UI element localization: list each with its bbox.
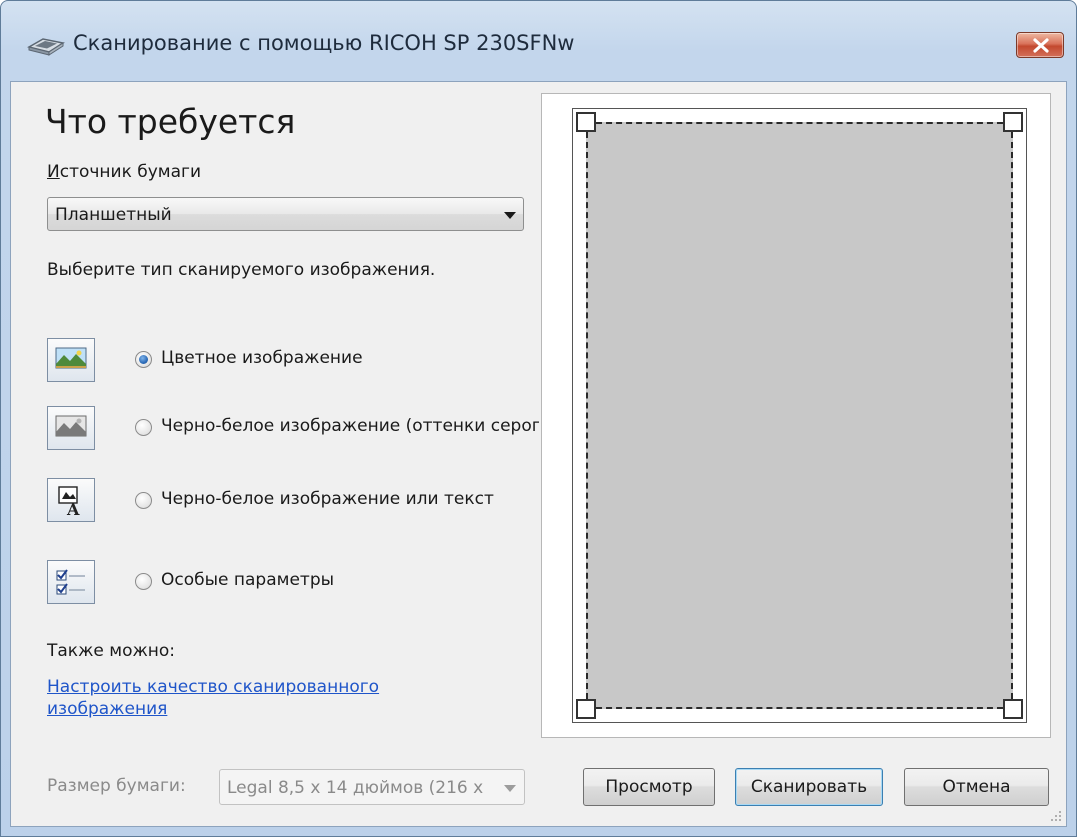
bw-text-label[interactable]: Черно-белое изображение или текст: [161, 489, 539, 509]
grayscale-picture-radio[interactable]: [135, 419, 152, 436]
resize-grip-icon[interactable]: [1050, 810, 1062, 822]
crop-handle-top-right[interactable]: [1003, 112, 1023, 132]
title-bar[interactable]: Сканирование с помощью RICOH SP 230SFNw: [1, 1, 1076, 71]
close-button[interactable]: [1016, 32, 1064, 58]
scan-button-label: Сканировать: [750, 777, 868, 797]
chevron-down-icon: [504, 212, 516, 219]
crop-handle-bottom-right[interactable]: [1003, 699, 1023, 719]
bw-text-radio[interactable]: [135, 492, 152, 509]
adjust-quality-link[interactable]: Настроить качество сканированного: [47, 677, 379, 697]
crop-handle-bottom-left[interactable]: [576, 699, 596, 719]
dialog-client-area: Что требуется Источник бумаги Планшетный…: [10, 81, 1067, 827]
paper-source-label: Источник бумаги: [47, 162, 201, 182]
color-picture-radio[interactable]: [135, 351, 152, 368]
svg-text:A: A: [66, 500, 80, 516]
scanner-icon: [27, 33, 67, 57]
scan-area-selection[interactable]: [586, 122, 1013, 709]
adjust-quality-link-line2[interactable]: изображения: [47, 699, 167, 719]
paper-size-dropdown[interactable]: Legal 8,5 x 14 дюймов (216 x 356 мм): [219, 769, 525, 805]
paper-source-dropdown[interactable]: Планшетный: [47, 197, 524, 231]
custom-settings-label[interactable]: Особые параметры: [161, 570, 539, 590]
chevron-down-icon: [504, 785, 516, 792]
cancel-button[interactable]: Отмена: [904, 768, 1049, 806]
scan-type-prompt: Выберите тип сканируемого изображения.: [47, 260, 436, 280]
scan-button[interactable]: Сканировать: [735, 768, 883, 806]
grayscale-picture-icon[interactable]: [47, 406, 95, 450]
grayscale-picture-label[interactable]: Черно-белое изображение (оттенки серого): [161, 416, 539, 436]
custom-settings-radio[interactable]: [135, 573, 152, 590]
preview-page: [572, 108, 1027, 723]
scan-preview-pane[interactable]: [541, 93, 1051, 738]
color-picture-icon[interactable]: [47, 338, 95, 382]
paper-source-value: Планшетный: [55, 205, 172, 225]
paper-source-label-mnemonic: И: [47, 162, 60, 182]
preview-button[interactable]: Просмотр: [583, 768, 715, 806]
cancel-button-label: Отмена: [942, 777, 1011, 797]
crop-handle-top-left[interactable]: [576, 112, 596, 132]
bw-text-icon[interactable]: A: [47, 478, 95, 522]
color-picture-label[interactable]: Цветное изображение: [161, 348, 539, 368]
preview-button-label: Просмотр: [605, 777, 693, 797]
paper-size-value: Legal 8,5 x 14 дюймов (216 x 356 мм): [227, 778, 487, 798]
custom-settings-icon[interactable]: [47, 560, 95, 604]
also-label: Также можно:: [47, 641, 176, 661]
close-icon: [1033, 38, 1049, 53]
paper-source-label-text: сточник бумаги: [59, 162, 202, 182]
page-title: Что требуется: [45, 102, 296, 141]
scanner-dialog-window: Сканирование с помощью RICOH SP 230SFNw …: [0, 0, 1077, 837]
paper-size-label: Размер бумаги:: [47, 776, 186, 796]
window-title: Сканирование с помощью RICOH SP 230SFNw: [73, 31, 575, 55]
